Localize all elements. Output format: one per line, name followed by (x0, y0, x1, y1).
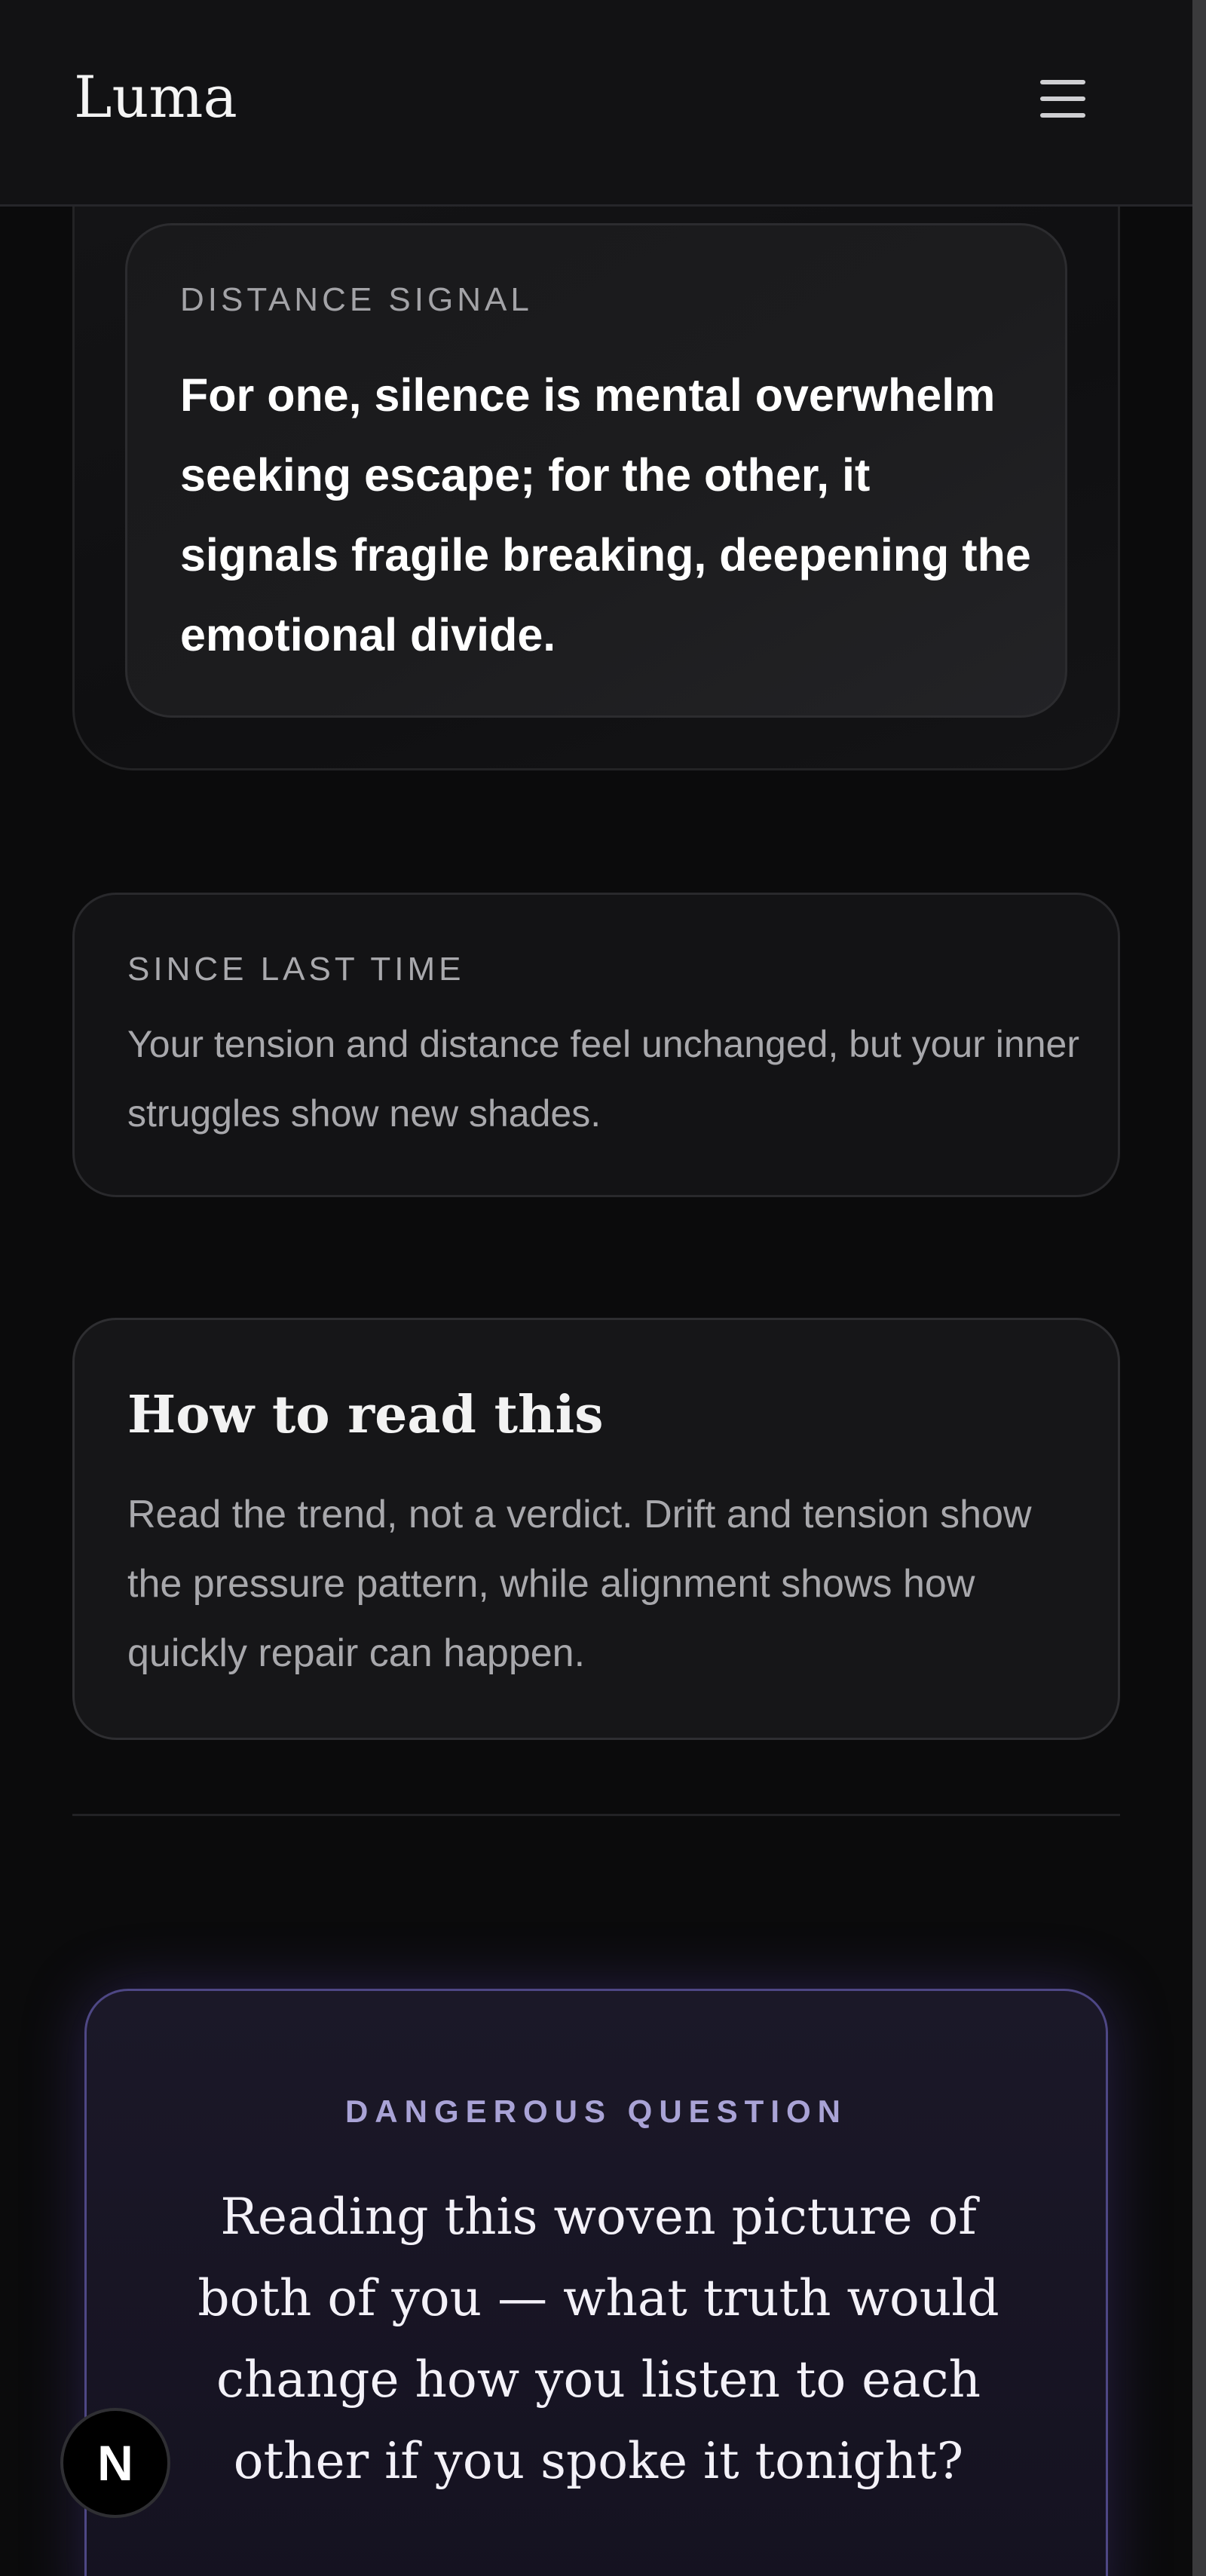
menu-bar (1040, 113, 1085, 118)
section-divider (72, 1814, 1120, 1816)
brand-logo[interactable]: Luma (74, 63, 237, 130)
how-to-read-text: Read the trend, not a verdict. Drift and… (127, 1493, 1032, 1675)
page: Luma DISTANCE SIGNAL For one, silence is… (0, 0, 1206, 2576)
scrollbar[interactable] (1192, 0, 1206, 2576)
n-badge-icon[interactable]: N (60, 2408, 170, 2518)
how-to-read-card: How to read this Read the trend, not a v… (72, 1318, 1120, 1740)
since-last-time-label: SINCE LAST TIME (127, 951, 465, 988)
menu-bar (1040, 96, 1085, 101)
dangerous-question-text: Reading this woven picture of both of yo… (197, 2188, 999, 2490)
distance-signal-label: DISTANCE SIGNAL (180, 281, 533, 318)
hamburger-menu-icon[interactable] (1037, 74, 1088, 125)
menu-bar (1040, 80, 1085, 84)
since-last-time-card: SINCE LAST TIME Your tension and distanc… (72, 893, 1120, 1197)
dangerous-question-card: DANGEROUS QUESTION Reading this woven pi… (84, 1989, 1108, 2576)
distance-signal-text: For one, silence is mental overwhelm see… (180, 369, 1031, 660)
distance-signal-card: DISTANCE SIGNAL For one, silence is ment… (125, 223, 1067, 718)
dangerous-question-label: DANGEROUS QUESTION (344, 2094, 848, 2129)
app-header: Luma (0, 0, 1192, 207)
since-last-time-text: Your tension and distance feel unchanged… (127, 1023, 1079, 1135)
how-to-read-title: How to read this (127, 1385, 604, 1445)
n-badge-letter: N (97, 2435, 133, 2491)
